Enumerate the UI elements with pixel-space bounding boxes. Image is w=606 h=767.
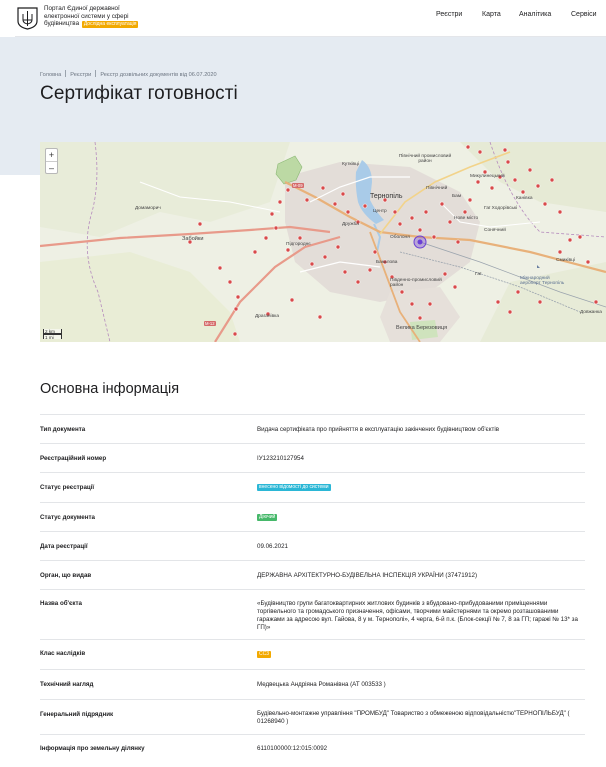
road-badge-m09: M-09 [292,183,304,188]
location-map[interactable]: + – 2 km 1 mi Тернопіль Кутківці Дружба … [40,142,606,342]
nav-registries[interactable]: Реєстри [436,11,462,18]
info-row: Назва об'єкта «Будівництво групи багаток… [40,589,585,639]
info-value: ДЕРЖАВНА АРХІТЕКТУРНО-БУДІВЕЛЬНА ІНСПЕКЦ… [257,572,478,579]
info-row: Клас наслідків СС3 [40,639,585,669]
map-label-pivnichnyi: Північний [426,186,448,191]
beta-badge: Дослідна експлуатація [81,21,139,28]
info-row: Орган, що видав ДЕРЖАВНА АРХІТЕКТУРНО-БУ… [40,560,585,589]
zoom-out-button[interactable]: – [46,161,57,173]
map-label-pidhorodne: Підгороднє [286,242,311,247]
map-label-tsentr: Центр [373,209,387,214]
map-label-druzhba: Дружба [342,222,359,227]
site-header: Портал Єдиної державної електронної сист… [0,0,606,37]
info-row: Статус реєстрації внесено відомості до с… [40,472,585,502]
info-value: Будівельно-монтажне управління "ПРОМБУД"… [257,710,570,725]
portal-title[interactable]: Портал Єдиної державної електронної сист… [44,5,174,28]
info-value: 6110100000:12:015:0092 [257,745,328,752]
info-row: Дата реєстрації 09.06.2021 [40,531,585,560]
info-value: IУ123210127954 [257,455,304,462]
section-title: Основна інформація [40,381,180,397]
info-row: Тип документа Видача сертифіката про при… [40,414,585,443]
info-value: Медвецька Андріяна Романівна (АТ 003533 … [257,681,386,688]
map-label-sonyachnyi: Сонячний [484,228,506,233]
map-label-hai: Гаї [475,272,482,277]
info-value: «Будівництво групи багатоквартирних житл… [257,600,578,631]
document-status-badge: Діючий [257,514,278,521]
zoom-in-button[interactable]: + [46,149,57,161]
map-tiles [40,142,606,342]
info-key: Реєстраційний номер [40,455,107,462]
breadcrumb-registries[interactable]: Реєстри [70,72,91,78]
map-label-airport: Міжнародний аеропорт Тернопіль [520,276,565,286]
info-key: Інформація про земельну ділянку [40,745,145,752]
map-label-zabovky: Забойки [182,236,204,242]
map-label-kutkivtsi: Кутківці [342,162,359,167]
info-row: Генеральний підрядник Будівельно-монтажн… [40,699,585,734]
nav-services[interactable]: Сервіси [571,11,597,18]
map-label-pivdennyi: Південно-промисловий район [390,278,442,288]
info-row: Реєстраційний номер IУ123210127954 [40,443,585,472]
info-key: Технічний нагляд [40,681,94,688]
info-key: Орган, що видав [40,572,92,579]
info-table: Тип документа Видача сертифіката про при… [40,414,585,762]
info-key: Генеральний підрядник [40,711,114,718]
map-label-mykulynetsky: Микулинецький [470,174,505,179]
map-label-domamorych: Домаморич [135,206,161,211]
breadcrumb-current[interactable]: Реєстр дозвільних документів від 06.07.2… [100,72,216,78]
map-label-city: Тернопіль [370,193,403,200]
info-key: Статус реєстрації [40,484,95,491]
map-label-bam: Бам [452,194,462,199]
info-key: Назва об'єкта [40,600,83,607]
breadcrumb-separator [95,70,97,77]
map-label-velyka-berezovytsia: Велика Березовиця [396,325,448,331]
map-scale: 2 km 1 mi [43,329,62,340]
map-zoom-control: + – [45,148,58,174]
breadcrumb-home[interactable]: Головна [40,72,61,78]
map-label-smykovtsi: Смиківці [556,258,575,263]
page-title: Сертифікат готовності [40,83,238,104]
breadcrumb: Головна Реєстри Реєстр дозвільних документ… [40,70,217,78]
map-label-kanyivka: Канівка [516,196,533,201]
info-value: Видача сертифіката про прийняття в експл… [257,426,499,433]
nav-analytics[interactable]: Аналітика [519,11,551,18]
road-badge-m12: M-12 [204,321,216,326]
info-key: Статус документа [40,514,95,521]
info-key: Дата реєстрації [40,543,88,550]
breadcrumb-separator [65,70,67,77]
registration-status-badge: внесено відомості до системи [257,484,331,491]
info-key: Клас наслідків [40,650,86,657]
portal-title-line3: будівництва [44,20,80,28]
info-value: 09.06.2021 [257,543,288,550]
info-key: Тип документа [40,426,86,433]
map-label-dovzhanka: Довжанка [580,310,602,315]
info-row: Технічний нагляд Медвецька Андріяна Рома… [40,669,585,699]
portal-title-line1: Портал Єдиної державної [44,5,120,12]
map-label-obolon: Оболоня [390,235,410,240]
map-label-hai-khodorivski: Гаї Ходорівські [484,206,518,211]
coat-of-arms-icon[interactable] [17,7,38,30]
map-label-bakalova: Бакалова [376,260,398,265]
nav-map[interactable]: Карта [482,11,501,18]
consequence-class-badge: СС3 [257,651,272,658]
info-row: Статус документа Діючий [40,502,585,531]
scale-mi: 1 mi [43,334,62,340]
map-label-draganivka: Драганівка [255,314,280,319]
map-label-nove-misto: Нове місто [454,216,479,221]
map-label-north-industrial: Північний промисловий район [398,154,452,164]
info-row: Інформація про земельну ділянку 61101000… [40,734,585,762]
